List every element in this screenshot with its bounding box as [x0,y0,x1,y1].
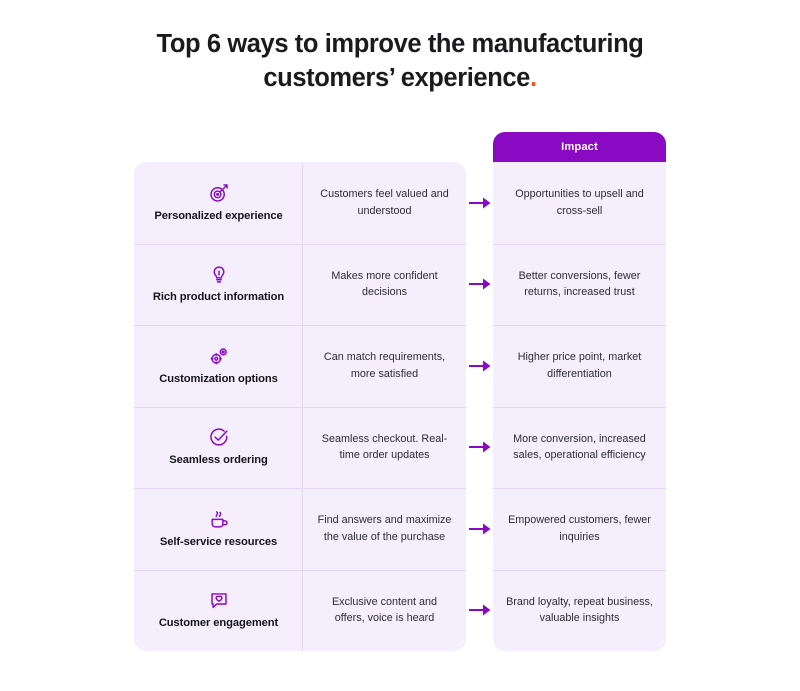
benefit-cell: Can match requirements, more satisfied [303,325,466,407]
impact-cell: Brand loyalty, repeat business, valuable… [493,569,666,652]
page-title-line1: Top 6 ways to improve the manufacturing [156,30,644,58]
impact-cell: Better conversions, fewer returns, incre… [493,243,666,326]
arrow-slot [466,407,493,489]
check-circle-icon [208,426,230,448]
benefit-text: Can match requirements, more satisfied [323,351,446,380]
page-title-accent-period: . [529,63,537,92]
impact-text: Higher price point, market differentiati… [517,351,642,380]
impact-column: Impact Opportunities to upsell and cross… [493,132,666,651]
feature-label: Seamless ordering [169,454,268,467]
lightbulb-icon [208,263,230,285]
arrow-right-icon [468,359,491,373]
benefit-cell: Customers feel valued and understood [303,162,466,244]
table-row: Customization options Can match requirem… [134,325,466,407]
feature-label: Rich product information [152,291,285,304]
arrow-slot [466,488,493,570]
impact-cell: Higher price point, market differentiati… [493,325,666,407]
impact-header-label: Impact [561,141,598,153]
gears-icon [208,345,230,367]
table-row: Seamless ordering Seamless checkout. Rea… [134,406,466,489]
impact-text: Opportunities to upsell and cross-sell [515,188,644,217]
feature-label: Personalized experience [154,209,283,222]
impact-cell: Opportunities to upsell and cross-sell [493,162,666,244]
feature-label: Self-service resources [159,535,278,548]
page-title-text: Top 6 ways to improve the manufacturing … [0,28,800,95]
feature-label: Customization options [159,372,278,385]
arrow-right-icon [468,440,491,454]
impact-cell: More conversion, increased sales, operat… [493,406,666,489]
feature-cell: Customer engagement [134,569,303,652]
feature-cell: Self-service resources [134,488,303,570]
table-row: Personalized experience Customers feel v… [134,162,466,244]
chat-heart-icon [208,589,230,611]
comparison-table: Personalized experience Customers feel v… [134,132,666,657]
benefit-text: Seamless checkout. Real-time order updat… [321,432,448,462]
benefit-cell: Exclusive content and offers, voice is h… [303,570,466,652]
benefit-text: Customers feel valued and understood [320,188,449,217]
arrow-right-icon [468,522,491,536]
feature-benefit-block: Personalized experience Customers feel v… [134,162,466,651]
benefit-cell: Find answers and maximize the value of t… [303,488,466,570]
arrow-slot [466,162,493,244]
page-title: Top 6 ways to improve the manufacturing … [0,28,800,95]
target-arrow-icon [208,182,230,204]
benefit-cell: Makes more confident decisions [303,244,466,326]
benefit-cell: Seamless checkout. Real-time order updat… [303,407,466,489]
impact-cell: Empowered customers, fewer inquiries [493,488,666,570]
table-row: Customer engagement Exclusive content an… [134,569,466,652]
benefit-text: Exclusive content and offers, voice is h… [331,595,438,625]
table-row: Rich product information Makes more conf… [134,243,466,326]
feature-cell: Personalized experience [134,162,303,244]
impact-text: Empowered customers, fewer inquiries [508,514,651,543]
benefit-text: Find answers and maximize the value of t… [317,514,452,543]
arrow-right-icon [468,196,491,210]
arrow-column [466,162,493,651]
impact-column-header: Impact [493,132,666,162]
coffee-cup-icon [208,508,230,530]
table-row: Self-service resources Find answers and … [134,488,466,570]
feature-cell: Customization options [134,325,303,407]
arrow-slot [466,325,493,407]
page-title-line2: customers’ experience [263,63,530,92]
arrow-slot [466,570,493,652]
impact-text: Better conversions, fewer returns, incre… [518,269,641,299]
arrow-slot [466,244,493,326]
feature-label: Customer engagement [158,617,279,630]
feature-cell: Seamless ordering [134,406,303,489]
impact-text: Brand loyalty, repeat business, valuable… [506,595,653,625]
benefit-text: Makes more confident decisions [331,269,438,299]
arrow-right-icon [468,603,491,617]
impact-text: More conversion, increased sales, operat… [513,432,646,462]
infographic-page: Top 6 ways to improve the manufacturing … [0,0,800,691]
feature-cell: Rich product information [134,243,303,326]
arrow-right-icon [468,277,491,291]
